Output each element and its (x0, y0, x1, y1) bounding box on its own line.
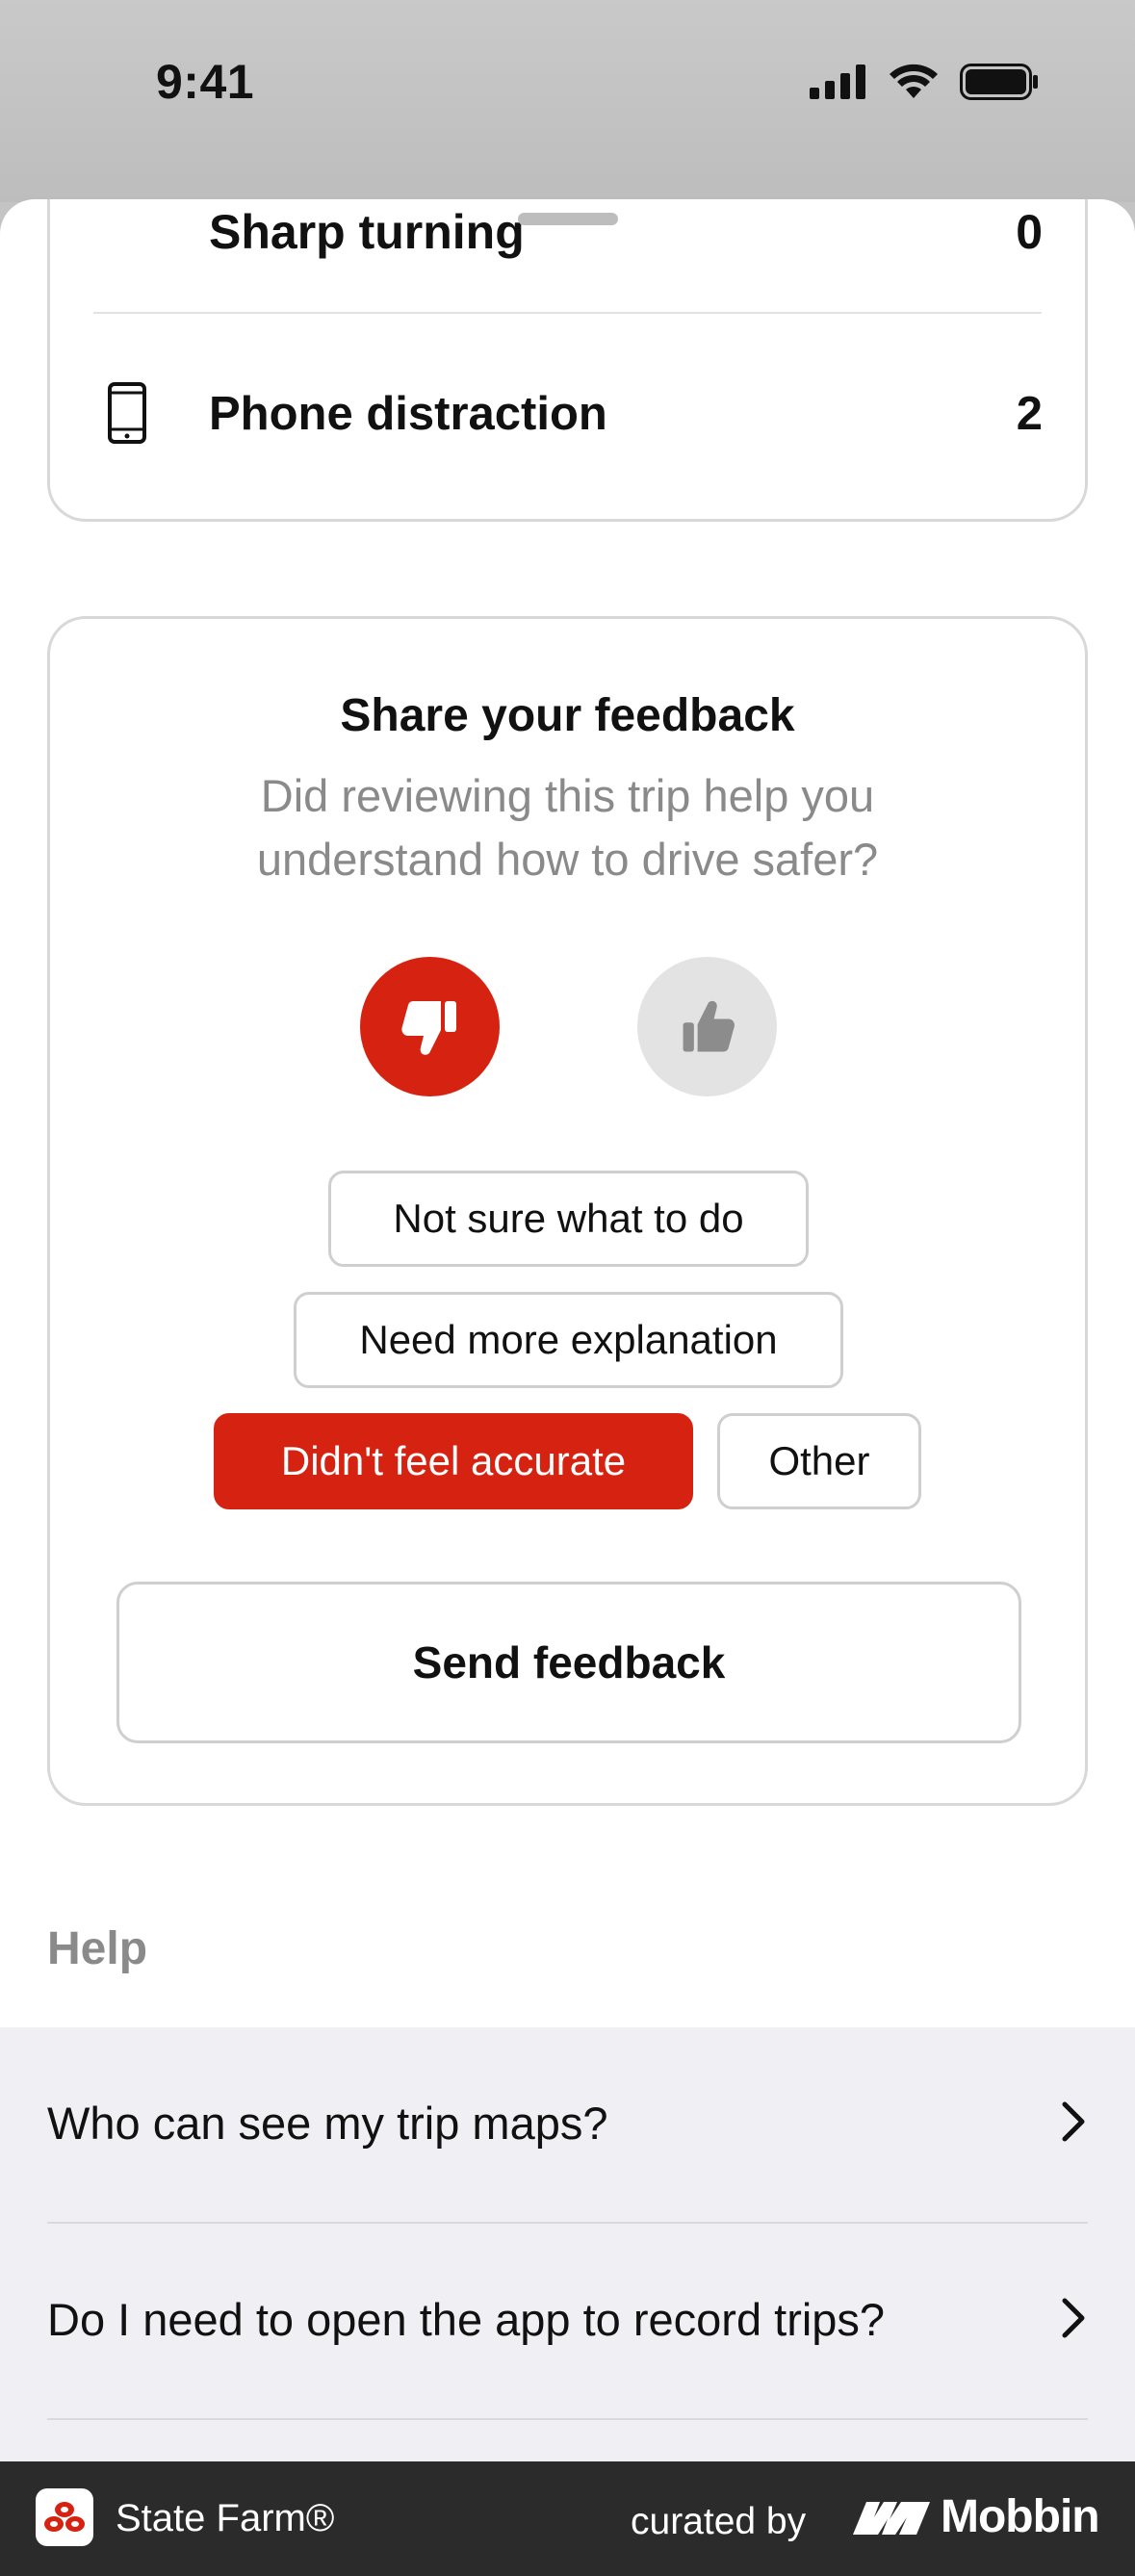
curated-by-label: curated by (631, 2501, 807, 2542)
feedback-option-need-explanation[interactable]: Need more explanation (294, 1292, 843, 1388)
mobbin-wordmark: Mobbin (941, 2491, 1100, 2542)
feedback-title: Share your feedback (340, 690, 795, 741)
state-farm-ovals-icon (44, 2502, 85, 2532)
status-bar: 9:41 (0, 0, 1135, 202)
event-value-sharp-turning: 0 (1016, 205, 1043, 259)
bottom-sheet: Sharp turning 0 Phone distraction 2 Shar… (0, 199, 1135, 2461)
thumbs-up-icon (683, 1000, 735, 1051)
help-item-label: Do I need to open the app to record trip… (47, 2294, 886, 2345)
status-time: 9:41 (156, 55, 255, 109)
event-count: 2 (1016, 388, 1043, 440)
feedback-question: Did reviewing this trip help you underst… (256, 770, 879, 885)
help-list: Who can see my trip maps? Do I need to o… (0, 2027, 1135, 2461)
event-label-sharp-turning: Sharp turning (209, 205, 525, 259)
state-farm-logo (36, 2488, 93, 2546)
feedback-option-not-accurate[interactable]: Didn't feel accurate (214, 1413, 693, 1509)
thumbs-down-icon (400, 1000, 456, 1055)
cellular-signal-icon (810, 64, 865, 99)
help-heading: Help (47, 1923, 148, 1974)
event-row-phone-distraction: Phone distraction 2 (50, 314, 1085, 522)
driving-events-card: Sharp turning 0 Phone distraction 2 (47, 199, 1088, 522)
brand-name: State Farm® (116, 2497, 335, 2539)
thumbs-up-button[interactable] (637, 957, 777, 1096)
battery-icon (960, 64, 1038, 100)
thumbs-down-button[interactable] (360, 957, 500, 1096)
help-item-trip-maps[interactable]: Who can see my trip maps? (47, 2027, 1088, 2224)
chevron-right-icon (1062, 2298, 1085, 2338)
sheet-grabber[interactable] (518, 213, 618, 225)
help-item-record-trips[interactable]: Do I need to open the app to record trip… (47, 2224, 1088, 2420)
wifi-icon (890, 64, 938, 98)
help-item-label: Who can see my trip maps? (47, 2098, 608, 2149)
feedback-option-other[interactable]: Other (717, 1413, 921, 1509)
event-label: Phone distraction (209, 388, 607, 440)
chevron-right-icon (1062, 2101, 1085, 2142)
mobbin-logo-icon (853, 2502, 930, 2535)
send-feedback-button[interactable]: Send feedback (116, 1582, 1021, 1743)
feedback-card: Share your feedback Did reviewing this t… (47, 616, 1088, 1806)
feedback-option-not-sure[interactable]: Not sure what to do (328, 1171, 809, 1267)
phone-icon (108, 382, 146, 444)
attribution-footer: State Farm® curated by Mobbin (0, 2461, 1135, 2576)
status-icons (810, 64, 1039, 100)
